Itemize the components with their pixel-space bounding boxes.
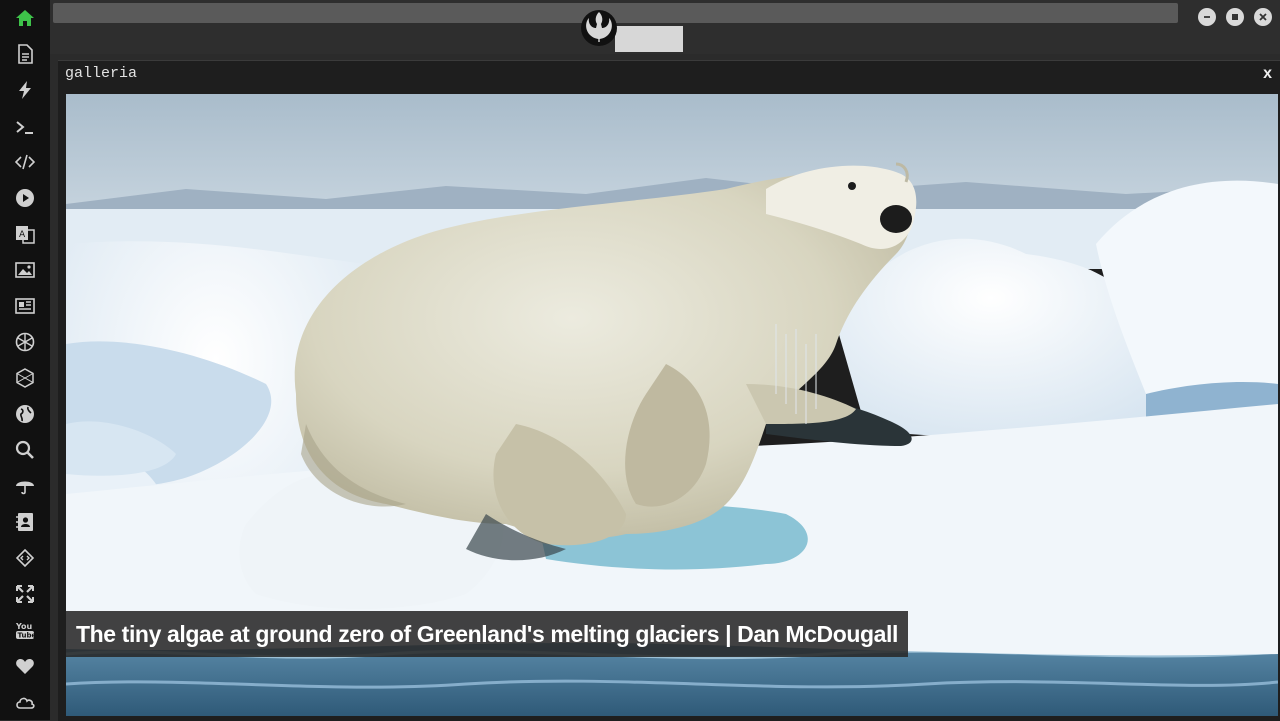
translate-icon[interactable]: A (13, 222, 37, 246)
news-icon[interactable] (13, 294, 37, 318)
globe-icon[interactable] (13, 402, 37, 426)
heart-icon[interactable] (13, 654, 37, 678)
top-bar (50, 0, 1280, 54)
umbrella-icon[interactable] (13, 474, 37, 498)
panel-title: galleria (65, 65, 138, 82)
sidebar: A You Tube (0, 0, 50, 720)
photo-caption: The tiny algae at ground zero of Greenla… (66, 611, 909, 657)
svg-text:Tube: Tube (18, 632, 36, 640)
hexagon-icon[interactable] (13, 366, 37, 390)
maximize-button[interactable] (1226, 8, 1244, 26)
contact-icon[interactable] (13, 510, 37, 534)
play-icon[interactable] (13, 186, 37, 210)
aperture-icon[interactable] (13, 330, 37, 354)
svg-text:You: You (15, 622, 33, 631)
image-icon[interactable] (13, 258, 37, 282)
minimize-button[interactable] (1198, 8, 1216, 26)
youtube-icon[interactable]: You Tube (13, 618, 37, 642)
expand-icon[interactable] (13, 582, 37, 606)
gallery-panel: galleria x The tiny algae at ground zero… (58, 60, 1280, 721)
rebel-alliance-logo-icon (581, 10, 617, 46)
close-window-button[interactable] (1254, 8, 1272, 26)
embed-icon[interactable] (13, 546, 37, 570)
svg-text:A: A (19, 230, 26, 240)
panel-close-button[interactable]: x (1263, 65, 1272, 83)
terminal-icon[interactable] (13, 115, 37, 139)
lightning-icon[interactable] (13, 78, 37, 102)
logo-tab[interactable] (615, 26, 683, 52)
code-icon[interactable] (13, 150, 37, 174)
cloud-icon[interactable] (13, 690, 37, 714)
home-icon[interactable] (13, 6, 37, 30)
search-icon[interactable] (13, 438, 37, 462)
document-icon[interactable] (13, 42, 37, 66)
